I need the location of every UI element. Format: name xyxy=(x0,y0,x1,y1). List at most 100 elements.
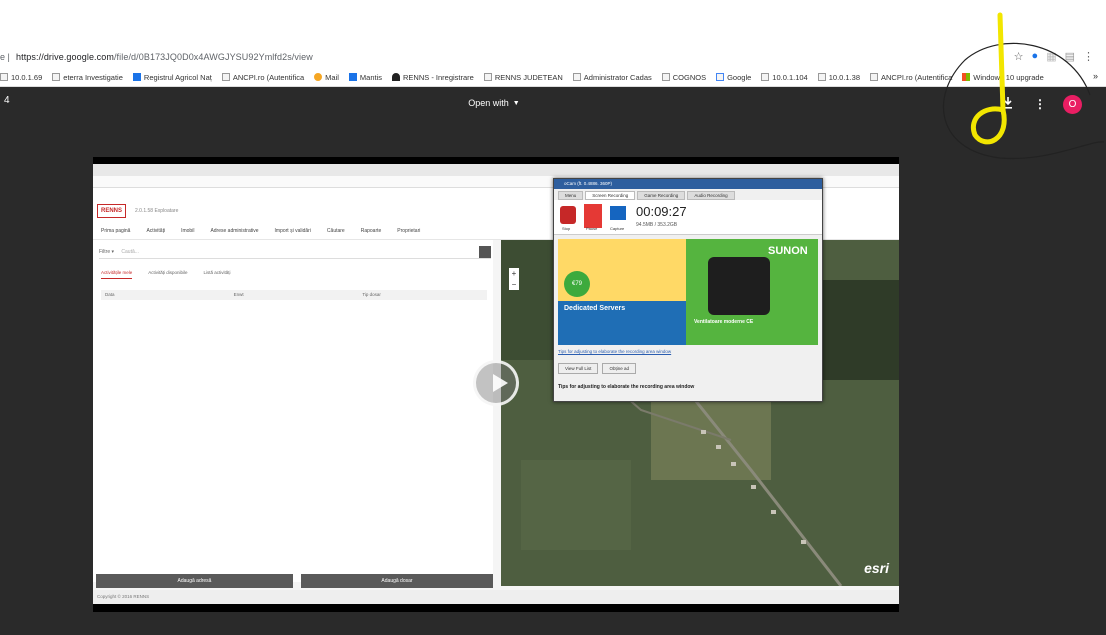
menu-icon[interactable]: ⋮ xyxy=(1083,50,1094,63)
page-icon xyxy=(817,73,826,81)
extension-icon[interactable]: ● xyxy=(1032,50,1039,63)
view-list-button: View Full List xyxy=(558,363,599,374)
user-icon xyxy=(392,73,400,81)
nav-item: Căutare xyxy=(326,227,345,234)
app-version: 2.0.1.58 Exploatare xyxy=(135,208,179,214)
column-header: Enwt xyxy=(233,292,244,297)
page-icon xyxy=(0,73,8,81)
app-logo: RENNS xyxy=(97,204,127,218)
bookmark-item[interactable]: Google xyxy=(716,73,751,82)
play-icon[interactable] xyxy=(473,360,519,406)
nav-item: Import și validări xyxy=(274,227,311,234)
ancpi-icon xyxy=(483,73,492,81)
avatar[interactable]: O xyxy=(1063,95,1082,114)
map-zoom-control: + − xyxy=(509,268,519,290)
column-header: Tip dosar xyxy=(362,292,381,297)
column-header: Data xyxy=(105,292,115,297)
bookmark-item[interactable]: Mail xyxy=(314,73,339,82)
ad-banner: €79 Dedicated Servers SUNON Ventilatoare… xyxy=(558,239,818,345)
bookmarks-overflow-button[interactable]: » xyxy=(1093,71,1098,81)
bookmarks-bar: 10.0.1.69 eterra Investigatie Registrul … xyxy=(0,68,1106,87)
bookmark-item[interactable]: 10.0.1.38 xyxy=(817,73,860,82)
activity-panel: Filtre ▾ Caută... Activitățile mele Acti… xyxy=(93,240,493,582)
bookmark-item[interactable]: Administrator Cadas xyxy=(572,73,652,82)
page-icon xyxy=(761,73,770,81)
capture-icon xyxy=(610,206,626,220)
capture-label: Capture xyxy=(610,226,625,231)
more-options-icon[interactable]: ⋮ xyxy=(1034,97,1046,111)
open-with-button[interactable]: Open with ▼ xyxy=(460,93,528,113)
recorded-browser-tabs xyxy=(93,164,899,176)
bookmark-item[interactable]: 10.0.1.104 xyxy=(761,73,808,82)
extension-icon[interactable]: ▦ xyxy=(1046,50,1056,63)
extension-icons: ☆ ● ▦ ▤ ⋮ xyxy=(1014,50,1094,63)
bookmark-item[interactable]: ANCPI.ro (Autentifica xyxy=(870,73,952,82)
bookmark-item[interactable]: ANCPI.ro (Autentifica xyxy=(221,73,304,82)
bookmark-item[interactable]: Registrul Agricol Naț xyxy=(132,73,212,82)
drive-viewer: 4 Open with ▼ ⋮ O RENNS 2.0.1.58 Exploat… xyxy=(0,87,1106,635)
nav-item: Activități xyxy=(146,227,166,234)
nav-item: Proprietari xyxy=(397,227,421,234)
star-icon[interactable]: ☆ xyxy=(1014,50,1024,63)
pause-label: Pause xyxy=(586,226,598,231)
nav-item: Imobil xyxy=(181,227,195,234)
subtab: Activități disponibile xyxy=(148,270,188,275)
recorder-tab: Screen Recording xyxy=(585,191,636,200)
filter-placeholder: Caută... xyxy=(121,249,139,255)
page-icon xyxy=(661,73,670,81)
ancpi-icon xyxy=(870,73,879,81)
open-with-label: Open with xyxy=(468,98,509,108)
bookmark-item[interactable]: RENNS - Inregistrare xyxy=(392,73,474,82)
ad-dedicated-servers: Dedicated Servers xyxy=(564,305,626,312)
bookmark-item[interactable]: eterra Investigatie xyxy=(52,73,123,82)
add-address-button: Adaugă adresă xyxy=(96,574,293,588)
esri-logo: esri xyxy=(864,560,889,576)
ad-price: €79 xyxy=(564,271,590,297)
recorder-tab: Menu xyxy=(558,191,584,200)
recorder-buttons: View Full List Obține ad xyxy=(558,363,636,374)
table-header: Data Enwt Tip dosar xyxy=(101,290,487,300)
recorder-tab: Game Recording xyxy=(637,191,686,200)
ancpi-icon xyxy=(221,73,230,81)
video-preview[interactable]: RENNS 2.0.1.58 Exploatare Prima pagină A… xyxy=(93,157,899,612)
ad-ventilatoare: Ventilatoare moderne CE xyxy=(694,319,754,325)
extension-icon[interactable]: ▤ xyxy=(1065,50,1075,63)
registry-icon xyxy=(132,73,141,81)
recorder-window: oCam (ft. 0.4886. 360P) Menu Screen Reco… xyxy=(553,178,823,402)
page-icon xyxy=(52,73,61,81)
fan-image xyxy=(708,257,770,315)
recording-size: 94.5MB / 353.2GB xyxy=(636,222,678,228)
app-footer: Copyright © 2016 RENNS xyxy=(93,590,899,604)
url-prefix: e | xyxy=(0,52,10,62)
url-field[interactable]: https://drive.google.com/file/d/0B173JQ0… xyxy=(16,52,313,62)
bookmark-item[interactable]: COGNOS xyxy=(661,73,706,82)
nav-item: Rapoarte xyxy=(360,227,382,234)
download-icon[interactable] xyxy=(1003,97,1013,109)
bookmark-item[interactable]: Mantis xyxy=(348,73,382,82)
bookmark-item[interactable]: Windows 10 upgrade xyxy=(962,73,1044,82)
caret-down-icon: ▼ xyxy=(512,99,520,107)
recorder-tabs: Menu Screen Recording Game Recording Aud… xyxy=(554,189,822,200)
subtabs: Activitățile mele Activități disponibile… xyxy=(101,270,231,279)
page-number: 4 xyxy=(4,95,10,106)
bookmark-item[interactable]: 10.0.1.69 xyxy=(0,73,42,82)
recorder-link: Tips for adjusting to elaborate the reco… xyxy=(558,349,672,354)
recorder-title: oCam (ft. 0.4886. 360P) xyxy=(554,179,822,189)
url-path: /file/d/0B173JQ0D0x4AWGJYSU92Ymlfd2s/vie… xyxy=(113,52,313,62)
google-icon xyxy=(716,73,725,81)
recorder-controls: Stop Pause Capture 00:09:27 94.5MB / 353… xyxy=(554,200,822,235)
ok-button: Obține ad xyxy=(602,363,636,374)
filter-bar: Filtre ▾ Caută... xyxy=(99,246,491,259)
pause-icon xyxy=(584,204,602,228)
nav-item: Adrese administrative xyxy=(210,227,259,234)
recorder-tab: Audio Recording xyxy=(687,191,735,200)
url-host: https://drive.google.com xyxy=(16,52,114,62)
nav-item: Prima pagină xyxy=(101,227,131,234)
recording-time: 00:09:27 xyxy=(636,204,687,219)
stop-label: Stop xyxy=(562,226,571,231)
bookmark-item[interactable]: RENNS JUDETEAN xyxy=(483,73,563,82)
recorder-tip: Tips for adjusting to elaborate the reco… xyxy=(558,384,695,390)
page-icon xyxy=(572,73,581,81)
filter-label: Filtre ▾ xyxy=(99,249,115,255)
windows-icon xyxy=(962,73,971,81)
